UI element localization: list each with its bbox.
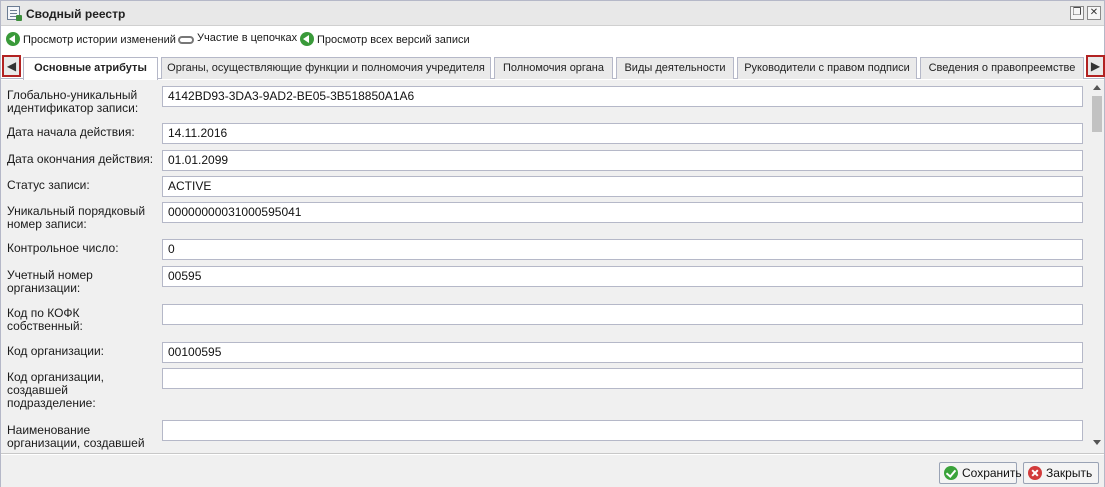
registry-icon [7,6,22,21]
tab-body-powers[interactable]: Полномочия органа [494,57,613,79]
chains-button[interactable]: Участие в цепочках [178,32,297,48]
tab-main-attributes[interactable]: Основные атрибуты [23,57,158,80]
status-label: Статус записи: [7,178,90,192]
kofk-code-label: Код по КОФК собственный: [7,306,83,333]
guid-field[interactable]: 4142BD93-3DA3-9AD2-BE05-3B518850A1A6 [162,86,1083,107]
guid-label: Глобально-уникальный идентификатор запис… [7,88,139,115]
scroll-up-icon[interactable] [1093,85,1101,90]
scroll-down-icon[interactable] [1093,440,1101,445]
parent-org-code-label: Код организации, создавшей подразделение… [7,370,104,410]
chain-icon [178,36,194,44]
form-panel: Глобально-уникальный идентификатор запис… [1,80,1104,454]
history-icon [6,32,20,46]
status-field[interactable]: ACTIVE [162,176,1083,197]
kofk-code-field[interactable] [162,304,1083,325]
parent-org-name-field[interactable] [162,420,1083,441]
check-number-field[interactable]: 0 [162,239,1083,260]
scroll-thumb[interactable] [1092,96,1102,132]
close-button[interactable]: Закрыть [1023,462,1099,484]
checkmark-icon [944,466,958,480]
history-button[interactable]: Просмотр истории изменений [6,32,176,48]
serial-number-label: Уникальный порядковый номер записи: [7,204,146,231]
tab-scroll-right-icon[interactable]: ▶ [1086,55,1105,77]
registry-window: Сводный реестр ❐ ✕ Просмотр истории изме… [0,0,1105,487]
tab-signatories[interactable]: Руководители с правом подписи [737,57,917,79]
tab-scroll-left-icon[interactable]: ◀ [2,55,21,77]
start-date-label: Дата начала действия: [7,125,135,139]
org-code-label: Код организации: [7,344,104,358]
close-icon[interactable]: ✕ [1087,6,1101,20]
versions-icon [300,32,314,46]
parent-org-code-field[interactable] [162,368,1083,389]
account-number-field[interactable]: 00595 [162,266,1083,287]
serial-number-field[interactable]: 00000000031000595041 [162,202,1083,223]
tab-activity-types[interactable]: Виды деятельности [616,57,734,79]
parent-org-name-label: Наименование организации, создавшей [7,423,145,450]
tab-founder-bodies[interactable]: Органы, осуществляющие функции и полномо… [161,57,491,79]
save-label: Сохранить [962,466,1022,480]
close-label: Закрыть [1046,466,1093,480]
form-scrollbar[interactable] [1090,80,1104,453]
toolbar: Просмотр истории изменений Участие в цеп… [1,26,1104,52]
end-date-label: Дата окончания действия: [7,152,154,166]
tab-succession[interactable]: Сведения о правопреемстве [920,57,1084,79]
account-number-label: Учетный номер организации: [7,268,93,295]
org-code-field[interactable]: 00100595 [162,342,1083,363]
footer-bar: Сохранить Закрыть [1,455,1104,487]
check-number-label: Контрольное число: [7,241,119,255]
versions-label: Просмотр всех версий записи [317,34,470,46]
start-date-field[interactable]: 14.11.2016 [162,123,1083,144]
restore-icon[interactable]: ❐ [1070,6,1084,20]
window-title: Сводный реестр [26,7,126,21]
versions-button[interactable]: Просмотр всех версий записи [300,32,470,48]
save-button[interactable]: Сохранить [939,462,1022,484]
end-date-field[interactable]: 01.01.2099 [162,150,1083,171]
title-bar: Сводный реестр ❐ ✕ [1,1,1104,26]
chains-label: Участие в цепочках [197,32,298,44]
cancel-icon [1028,466,1042,480]
tab-strip: ◀ Основные атрибуты Органы, осуществляющ… [1,52,1105,80]
history-label: Просмотр истории изменений [23,34,176,46]
